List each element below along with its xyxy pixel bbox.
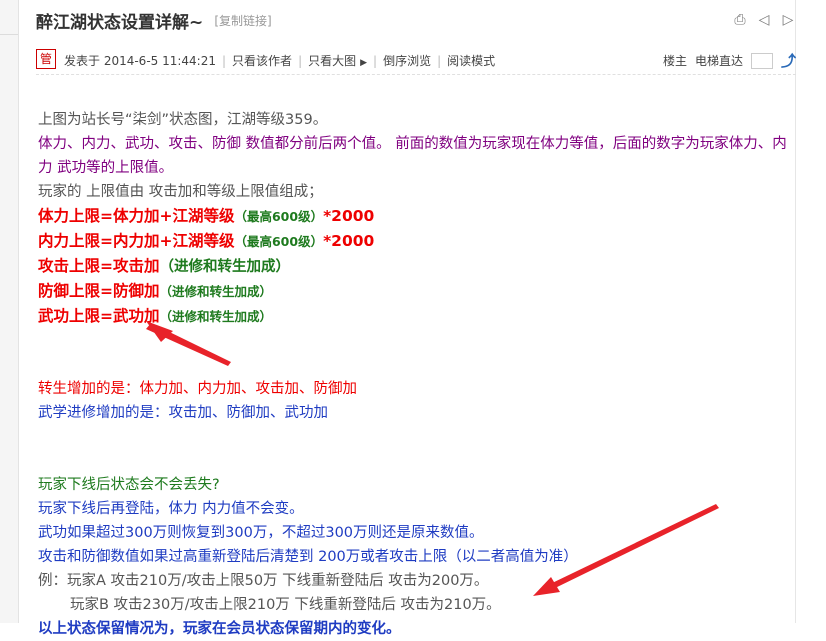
hp-formula: 体力上限=体力加+江湖等级（最高600级）*2000 bbox=[38, 204, 798, 229]
desc-text-2: 玩家的 上限值由 攻击加和等级上限值组成； bbox=[38, 184, 323, 200]
page-title: 醉江湖状态设置详解~ bbox=[36, 13, 204, 33]
next-icon[interactable]: ▷ bbox=[780, 12, 796, 28]
floor-input[interactable] bbox=[750, 52, 773, 69]
right-gutter bbox=[795, 0, 826, 623]
prev-icon[interactable]: ◁ bbox=[756, 12, 772, 28]
left-rail bbox=[0, 0, 19, 623]
wg-formula: 武功上限=武功加（进修和转生加成） bbox=[38, 304, 798, 329]
hp-mult: *2000 bbox=[323, 207, 375, 225]
copy-link[interactable]: [复制链接] bbox=[214, 12, 271, 29]
post-content: 上图为站长号“柒剑”状态图，江湖等级359。 体力、内力、武功、攻击、防御 数值… bbox=[38, 108, 798, 641]
def-main: 防御上限=防御加 bbox=[38, 282, 160, 300]
example-1: 例：玩家A 攻击210万/攻击上限50万 下线重新登陆后 攻击为200万。 bbox=[38, 573, 489, 589]
answer-1: 玩家下线后再登陆，体力 内力值不会变。 bbox=[38, 501, 304, 517]
rail-divider bbox=[0, 34, 18, 35]
def-formula: 防御上限=防御加（进修和转生加成） bbox=[38, 279, 798, 304]
separator: | bbox=[373, 54, 378, 68]
separator: | bbox=[437, 54, 442, 68]
def-note: （进修和转生加成） bbox=[159, 284, 273, 299]
footer-note: 以上状态保留情况为，玩家在会员状态保留期内的变化。 bbox=[38, 621, 401, 637]
only-author-link[interactable]: 只看该作者 bbox=[232, 54, 292, 68]
intro-text: 上图为站长号“柒剑”状态图，江湖等级359。 bbox=[38, 112, 328, 128]
rebirth-text: 转生增加的是：体力加、内力加、攻击加、防御加 bbox=[38, 381, 357, 397]
separator: | bbox=[222, 54, 227, 68]
title-icons: ⎙ ◁ ▷ bbox=[732, 12, 796, 28]
go-icon[interactable]: ⤴ bbox=[781, 50, 796, 71]
print-icon[interactable]: ⎙ bbox=[732, 12, 748, 28]
study-text: 武学进修增加的是：攻击加、防御加、武功加 bbox=[38, 405, 328, 421]
post-meta-bar: 管 发表于 2014-6-5 11:44:21 | 只看该作者 | 只看大图 ▶ | 倒序浏览… bbox=[36, 46, 796, 75]
mp-note: （最高600级） bbox=[234, 234, 324, 249]
question-text: 玩家下线后状态会不会丢失? bbox=[38, 477, 220, 493]
hp-main: 体力上限=体力加+江湖等级 bbox=[38, 207, 235, 225]
mp-formula: 内力上限=内力加+江湖等级（最高600级）*2000 bbox=[38, 229, 798, 254]
reverse-order-link[interactable]: 倒序浏览 bbox=[383, 54, 431, 68]
thread-header: 醉江湖状态设置详解~ [复制链接] ⎙ ◁ ▷ bbox=[36, 8, 796, 36]
atk-main: 攻击上限=攻击加 bbox=[38, 257, 160, 275]
meta-right: 楼主 电梯直达 ⤴ bbox=[663, 50, 796, 71]
answer-2: 武功如果超过300万则恢复到300万，不超过300万则还是原来数值。 bbox=[38, 525, 484, 541]
big-image-link[interactable]: 只看大图 bbox=[308, 54, 356, 68]
mp-mult: *2000 bbox=[323, 232, 375, 250]
answer-3: 攻击和防御数值如果过高重新登陆后清楚到 200万或者攻击上限（以二者高值为准） bbox=[38, 549, 578, 565]
atk-note: （进修和转生加成） bbox=[159, 259, 291, 275]
read-mode-link[interactable]: 阅读模式 bbox=[447, 54, 495, 68]
example-2: 玩家B 攻击230万/攻击上限210万 下线重新登陆后 攻击为210万。 bbox=[70, 597, 501, 613]
atk-formula: 攻击上限=攻击加（进修和转生加成） bbox=[38, 254, 798, 279]
wg-main: 武功上限=武功加 bbox=[38, 307, 160, 325]
wg-note: （进修和转生加成） bbox=[159, 309, 273, 324]
desc-text-1: 体力、内力、武功、攻击、防御 数值都分前后两个值。 前面的数值为玩家现在体力等值… bbox=[38, 136, 787, 176]
post-time: 发表于 2014-6-5 11:44:21 bbox=[64, 54, 216, 68]
hp-note: （最高600级） bbox=[234, 209, 324, 224]
mp-main: 内力上限=内力加+江湖等级 bbox=[38, 232, 235, 250]
meta-links: 发表于 2014-6-5 11:44:21 | 只看该作者 | 只看大图 ▶ | 倒序浏览 | 阅… bbox=[64, 52, 495, 69]
separator: | bbox=[298, 54, 303, 68]
floor-owner-label: 楼主 bbox=[662, 54, 687, 68]
play-icon[interactable]: ▶ bbox=[360, 58, 367, 68]
elevator-label: 电梯直达 bbox=[694, 54, 743, 68]
admin-badge: 管 bbox=[36, 49, 56, 69]
